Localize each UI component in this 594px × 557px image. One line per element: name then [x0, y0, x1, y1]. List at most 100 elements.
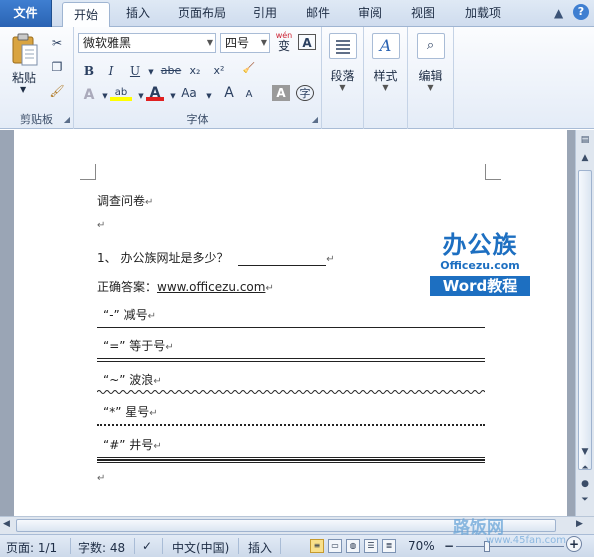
insert-mode-indicator[interactable]: 插入: [248, 539, 272, 556]
item-asterisk: “*” 星号↵: [103, 403, 158, 420]
tab-home[interactable]: 开始: [62, 2, 110, 28]
cut-icon[interactable]: ✂: [48, 35, 66, 51]
phonetic-guide-icon[interactable]: wén 变: [274, 31, 294, 53]
draft-icon[interactable]: ≣: [382, 539, 396, 553]
character-shading-button[interactable]: A: [272, 85, 290, 101]
tab-file[interactable]: 文件: [0, 0, 52, 27]
page-count[interactable]: 页面: 1/1: [6, 539, 57, 556]
logo-url: Officezu.com: [440, 259, 520, 272]
scroll-up-icon[interactable]: ▲: [577, 150, 593, 166]
logo-subtitle: Word教程: [430, 276, 530, 296]
paragraph-mark: ↵: [153, 376, 162, 387]
status-separator: [238, 538, 239, 554]
language-indicator[interactable]: 中文(中国): [172, 539, 229, 556]
paragraph-mark: ↵: [97, 220, 106, 231]
highlight-color-icon[interactable]: ab: [110, 85, 132, 101]
binoculars-icon[interactable]: ⌕: [416, 33, 445, 59]
status-separator: [70, 538, 71, 554]
horizontal-scrollbar[interactable]: ◀ ▶: [0, 516, 594, 534]
font-group-label: 字体: [186, 113, 209, 126]
editing-button[interactable]: 编辑: [408, 67, 453, 84]
minimize-ribbon-icon[interactable]: ▲: [554, 6, 563, 20]
clipboard-dialog-launcher-icon[interactable]: ◢: [64, 115, 70, 124]
previous-page-icon[interactable]: ⏶: [577, 460, 593, 476]
format-painter-icon[interactable]: 🖌: [48, 83, 66, 99]
paragraph-mark: ↵: [145, 197, 154, 208]
next-page-icon[interactable]: ⏷: [577, 492, 593, 508]
strikethrough-button[interactable]: abe: [160, 63, 182, 79]
font-color-icon[interactable]: A: [146, 85, 164, 101]
paragraph-button[interactable]: 段落: [322, 67, 363, 84]
paragraph-mark: ↵: [265, 283, 274, 294]
vertical-scrollbar[interactable]: ▤ ▲ ▼ ⏶ ● ⏷: [575, 130, 594, 516]
doc-title: 调查问卷↵: [97, 192, 153, 209]
tab-insert[interactable]: 插入: [118, 0, 158, 27]
tab-addins[interactable]: 加载项: [456, 0, 510, 27]
double-line-rule: [97, 358, 485, 362]
tab-review[interactable]: 审阅: [350, 0, 390, 27]
ruler-toggle-icon[interactable]: ▤: [577, 132, 593, 148]
zoom-slider[interactable]: [456, 546, 564, 547]
copy-icon[interactable]: ❐: [48, 59, 66, 75]
italic-button[interactable]: I: [102, 63, 120, 79]
tab-references[interactable]: 引用: [245, 0, 285, 27]
chevron-down-icon[interactable]: ▼: [322, 83, 363, 92]
tab-mailings[interactable]: 邮件: [298, 0, 338, 27]
web-layout-icon[interactable]: ◍: [346, 539, 360, 553]
crop-mark: [485, 164, 501, 180]
full-screen-reading-icon[interactable]: ▭: [328, 539, 342, 553]
styles-button[interactable]: 样式: [364, 67, 407, 84]
paste-button[interactable]: 粘贴: [12, 69, 36, 86]
item-hash: “#” 井号↵: [103, 436, 162, 453]
change-case-button[interactable]: Aa: [178, 85, 200, 101]
character-border-icon[interactable]: A: [298, 34, 316, 50]
scroll-right-icon[interactable]: ▶: [576, 519, 583, 529]
font-name-combo[interactable]: 微软雅黑 ▼: [78, 33, 216, 53]
tab-page-layout[interactable]: 页面布局: [170, 0, 234, 27]
subscript-button[interactable]: x₂: [186, 63, 204, 79]
item-text: “*” 星号: [103, 405, 150, 419]
enclose-characters-button[interactable]: 字: [296, 85, 314, 101]
zoom-level[interactable]: 70%: [408, 539, 435, 553]
answer-label: 正确答案：: [97, 280, 158, 294]
ribbon-tab-bar: 文件 开始 插入 页面布局 引用 邮件 审阅 视图 加载项 ▲ ?: [0, 0, 594, 28]
superscript-button[interactable]: x²: [210, 63, 228, 79]
word-count[interactable]: 字数: 48: [78, 539, 125, 556]
font-dialog-launcher-icon[interactable]: ◢: [312, 115, 318, 124]
underline-dropdown-icon[interactable]: ▼: [142, 64, 160, 80]
clear-formatting-icon[interactable]: 🧹: [240, 61, 258, 77]
shrink-font-button[interactable]: A: [240, 87, 258, 103]
print-layout-icon[interactable]: ≡: [310, 539, 324, 553]
answer-link[interactable]: www.officezu.com: [157, 280, 265, 294]
doc-answer: 正确答案：www.officezu.com↵: [97, 278, 274, 295]
dotted-line-rule: [97, 424, 485, 426]
change-case-dropdown-icon[interactable]: ▼: [200, 88, 218, 104]
paste-dropdown-icon[interactable]: ▼: [20, 85, 26, 94]
status-separator: [134, 538, 135, 554]
doc-question: 1、 办公族网址是多少？ ↵: [97, 249, 335, 266]
scroll-left-icon[interactable]: ◀: [3, 519, 10, 529]
styles-icon[interactable]: A: [371, 33, 400, 59]
bold-button[interactable]: B: [80, 63, 98, 79]
scroll-down-icon[interactable]: ▼: [577, 444, 593, 460]
document-page[interactable]: 调查问卷↵ ↵ 1、 办公族网址是多少？ ↵ 正确答案：www.officezu…: [14, 130, 567, 516]
item-text: “-” 减号: [103, 308, 148, 322]
vertical-scroll-thumb[interactable]: [578, 170, 592, 470]
help-icon[interactable]: ?: [573, 4, 589, 20]
select-browse-object-icon[interactable]: ●: [577, 476, 593, 492]
paragraph-icon[interactable]: [328, 33, 357, 59]
crop-mark: [80, 164, 96, 180]
site-watermark-url: www.45fan.com: [486, 535, 567, 546]
proofing-icon[interactable]: ✓: [142, 539, 152, 553]
chevron-down-icon[interactable]: ▼: [408, 83, 453, 92]
zoom-out-icon[interactable]: −: [444, 539, 454, 553]
tab-view[interactable]: 视图: [403, 0, 443, 27]
chevron-down-icon[interactable]: ▼: [364, 83, 407, 92]
item-minus: “-” 减号↵: [103, 306, 156, 323]
outline-icon[interactable]: ☰: [364, 539, 378, 553]
paste-icon[interactable]: [11, 33, 39, 67]
font-size-combo[interactable]: 四号 ▼: [220, 33, 270, 53]
grow-font-button[interactable]: A: [220, 85, 238, 101]
editing-group: ⌕ 编辑 ▼: [408, 27, 454, 129]
zoom-in-icon[interactable]: +: [566, 536, 582, 552]
